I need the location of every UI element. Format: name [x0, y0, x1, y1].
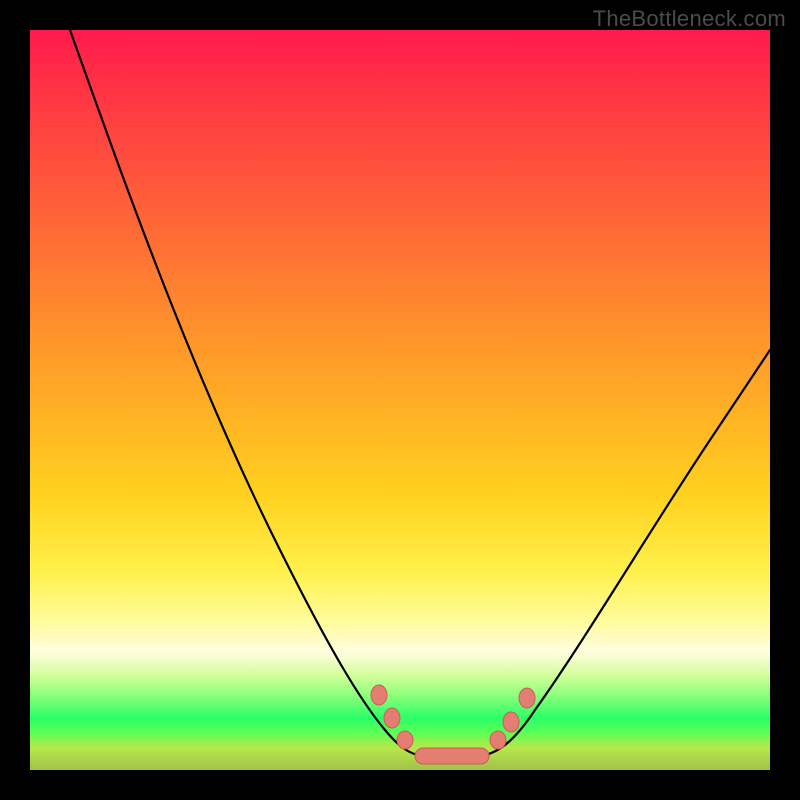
plot-area: [30, 30, 770, 770]
curve-valley-band: [415, 748, 489, 764]
curve-marker: [397, 731, 413, 749]
watermark-text: TheBottleneck.com: [593, 6, 786, 32]
curve-left: [70, 30, 422, 756]
curve-marker: [371, 685, 387, 705]
chart-frame: TheBottleneck.com: [0, 0, 800, 800]
curve-marker: [490, 731, 506, 749]
curve-marker: [384, 708, 400, 728]
curve-marker: [503, 712, 519, 732]
curve-marker: [519, 688, 535, 708]
chart-svg: [30, 30, 770, 770]
